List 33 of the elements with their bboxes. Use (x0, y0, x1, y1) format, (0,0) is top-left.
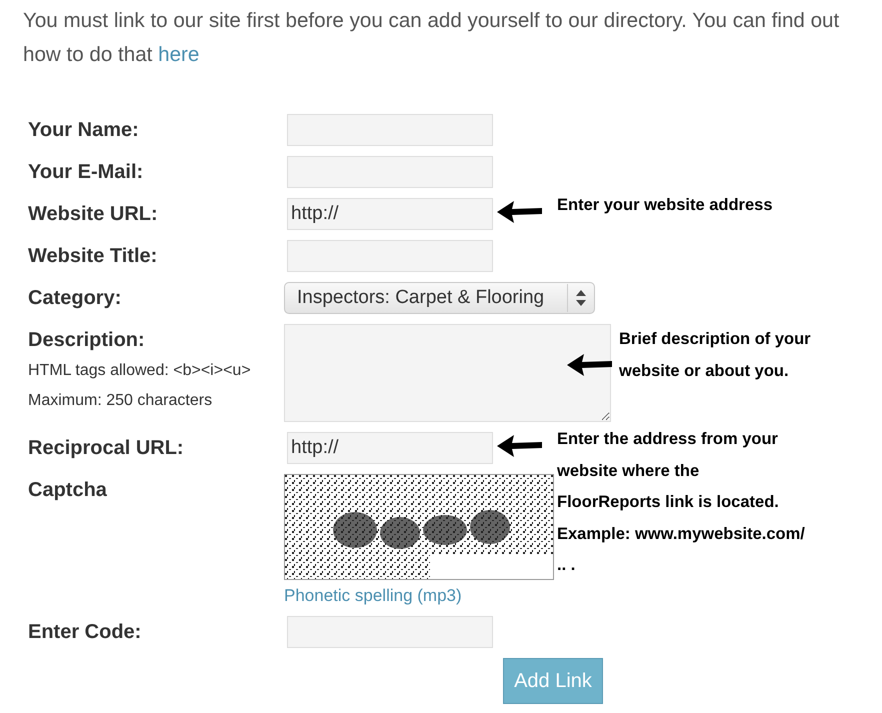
field-label: Enter Code: (28, 620, 142, 645)
intro-text: You must link to our site first before you can add yourself to our directory. You can find out how to do that here (23, 8, 840, 68)
annotation-text: website or about you. (619, 360, 790, 382)
text-field[interactable]: http:// (287, 432, 493, 464)
category-select[interactable]: Inspectors: Carpet & Flooring (284, 282, 595, 314)
text-field[interactable] (287, 156, 493, 188)
field-label: Description: (28, 328, 146, 353)
annotation-text: Example: www.mywebsite.com/ (557, 524, 805, 544)
text-field[interactable] (287, 240, 493, 272)
annotation-text: Enter the address from your (557, 429, 779, 450)
annotation-text: Brief description of your (619, 329, 811, 350)
field-label: Your E-Mail: (28, 160, 144, 185)
field-label: Website Title: (28, 244, 158, 269)
annotation-text: FloorReports link is located. (557, 492, 780, 513)
arrow-icon (497, 199, 543, 225)
text-field[interactable] (287, 114, 493, 146)
field-label: Reciprocal URL: (28, 436, 185, 461)
arrow-icon (497, 433, 543, 459)
arrow-icon (567, 352, 613, 378)
field-label: Your Name: (28, 118, 140, 143)
field-label: Captcha (28, 478, 108, 503)
annotation-text: website where the (557, 460, 700, 482)
annotation-text: .. . (557, 555, 576, 576)
field-label: Category: (28, 286, 122, 311)
field-label: Website URL: (28, 202, 159, 227)
here-link[interactable]: here (158, 43, 200, 66)
hint-text: HTML tags allowed: <b><i><u> (28, 361, 252, 381)
description-field[interactable] (284, 324, 611, 422)
annotation-text: Enter your website address (557, 195, 772, 216)
text-field[interactable] (287, 616, 493, 648)
hint-text: Maximum: 250 characters (28, 391, 214, 411)
text-field[interactable]: http:// (287, 198, 493, 230)
phonetic-link[interactable]: Phonetic spelling (mp3) (284, 586, 554, 606)
